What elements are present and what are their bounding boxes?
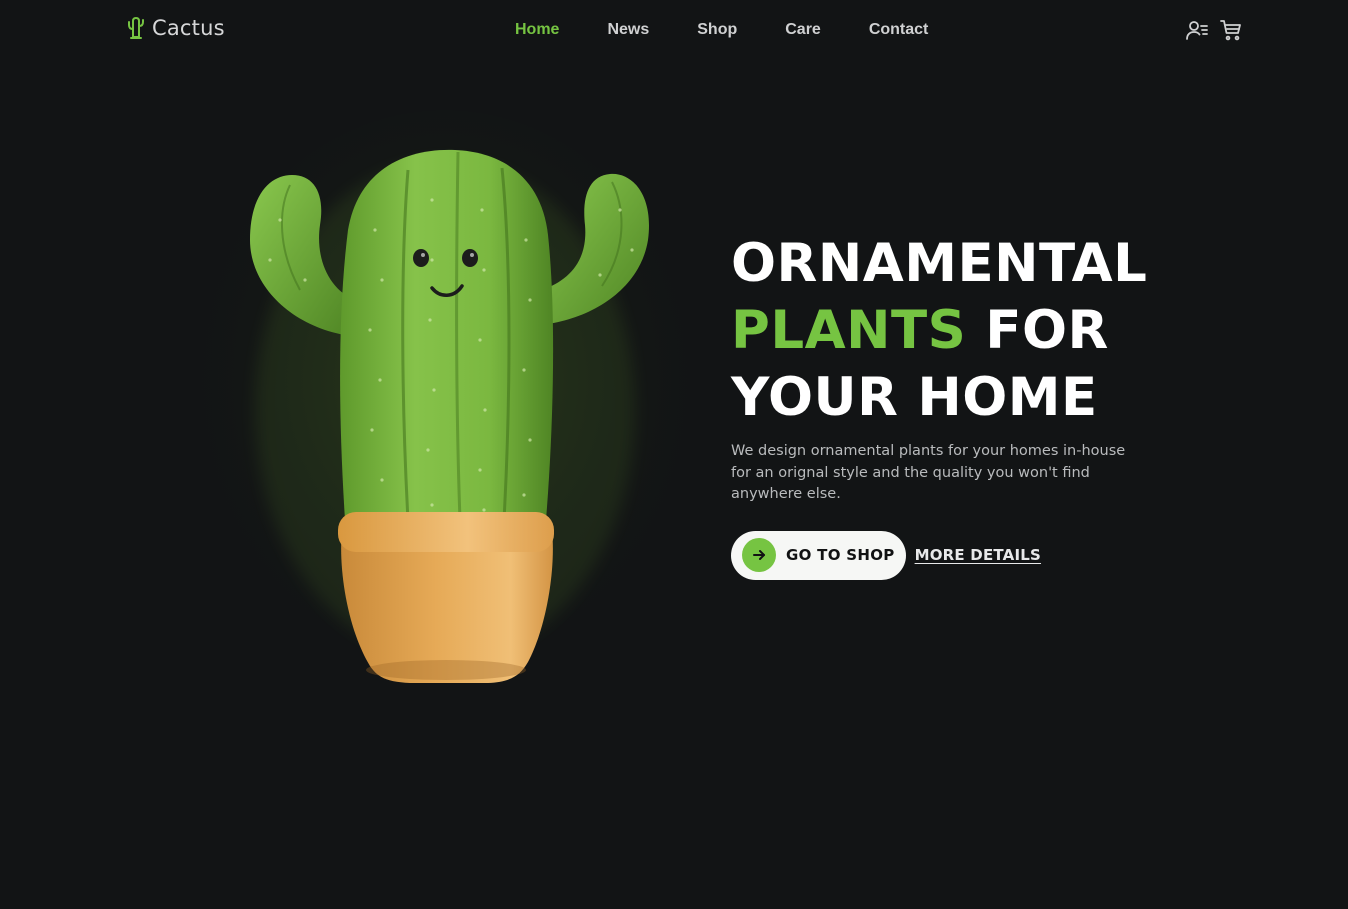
cactus-icon — [126, 16, 146, 40]
hero-title-line2-rest: FOR — [985, 300, 1109, 361]
brand-name: Cactus — [152, 16, 225, 40]
header-actions — [1185, 18, 1243, 42]
hero-section: ORNAMENTAL PLANTS FOR YOUR HOME We desig… — [731, 230, 1211, 580]
cactus-in-pot-illustration — [170, 110, 730, 730]
site-header: Cactus Home News Shop Care Contact — [0, 0, 1348, 60]
nav-item-contact[interactable]: Contact — [869, 19, 929, 41]
more-details-link[interactable]: MORE DETAILS — [915, 546, 1041, 564]
hero-title: ORNAMENTAL PLANTS FOR YOUR HOME — [731, 230, 1211, 431]
arrow-right-icon — [742, 538, 776, 572]
hero-description: We design ornamental plants for your hom… — [731, 443, 1126, 502]
hero-cta-row: GO TO SHOP MORE DETAILS — [731, 530, 1211, 580]
nav-item-home[interactable]: Home — [515, 19, 559, 41]
cart-icon[interactable] — [1219, 18, 1243, 42]
nav-item-news[interactable]: News — [607, 19, 649, 41]
nav-item-care[interactable]: Care — [785, 19, 821, 41]
nav-item-shop[interactable]: Shop — [697, 19, 737, 41]
brand-logo-link[interactable]: Cactus — [126, 16, 225, 40]
user-menu-icon[interactable] — [1185, 18, 1209, 42]
go-to-shop-label: GO TO SHOP — [786, 546, 895, 564]
hero-title-line3: YOUR HOME — [731, 367, 1098, 428]
hero-title-line1: ORNAMENTAL — [731, 233, 1148, 294]
main-nav: Home News Shop Care Contact — [515, 19, 928, 41]
go-to-shop-button[interactable]: GO TO SHOP — [731, 530, 906, 580]
hero-title-accent: PLANTS — [731, 300, 967, 361]
